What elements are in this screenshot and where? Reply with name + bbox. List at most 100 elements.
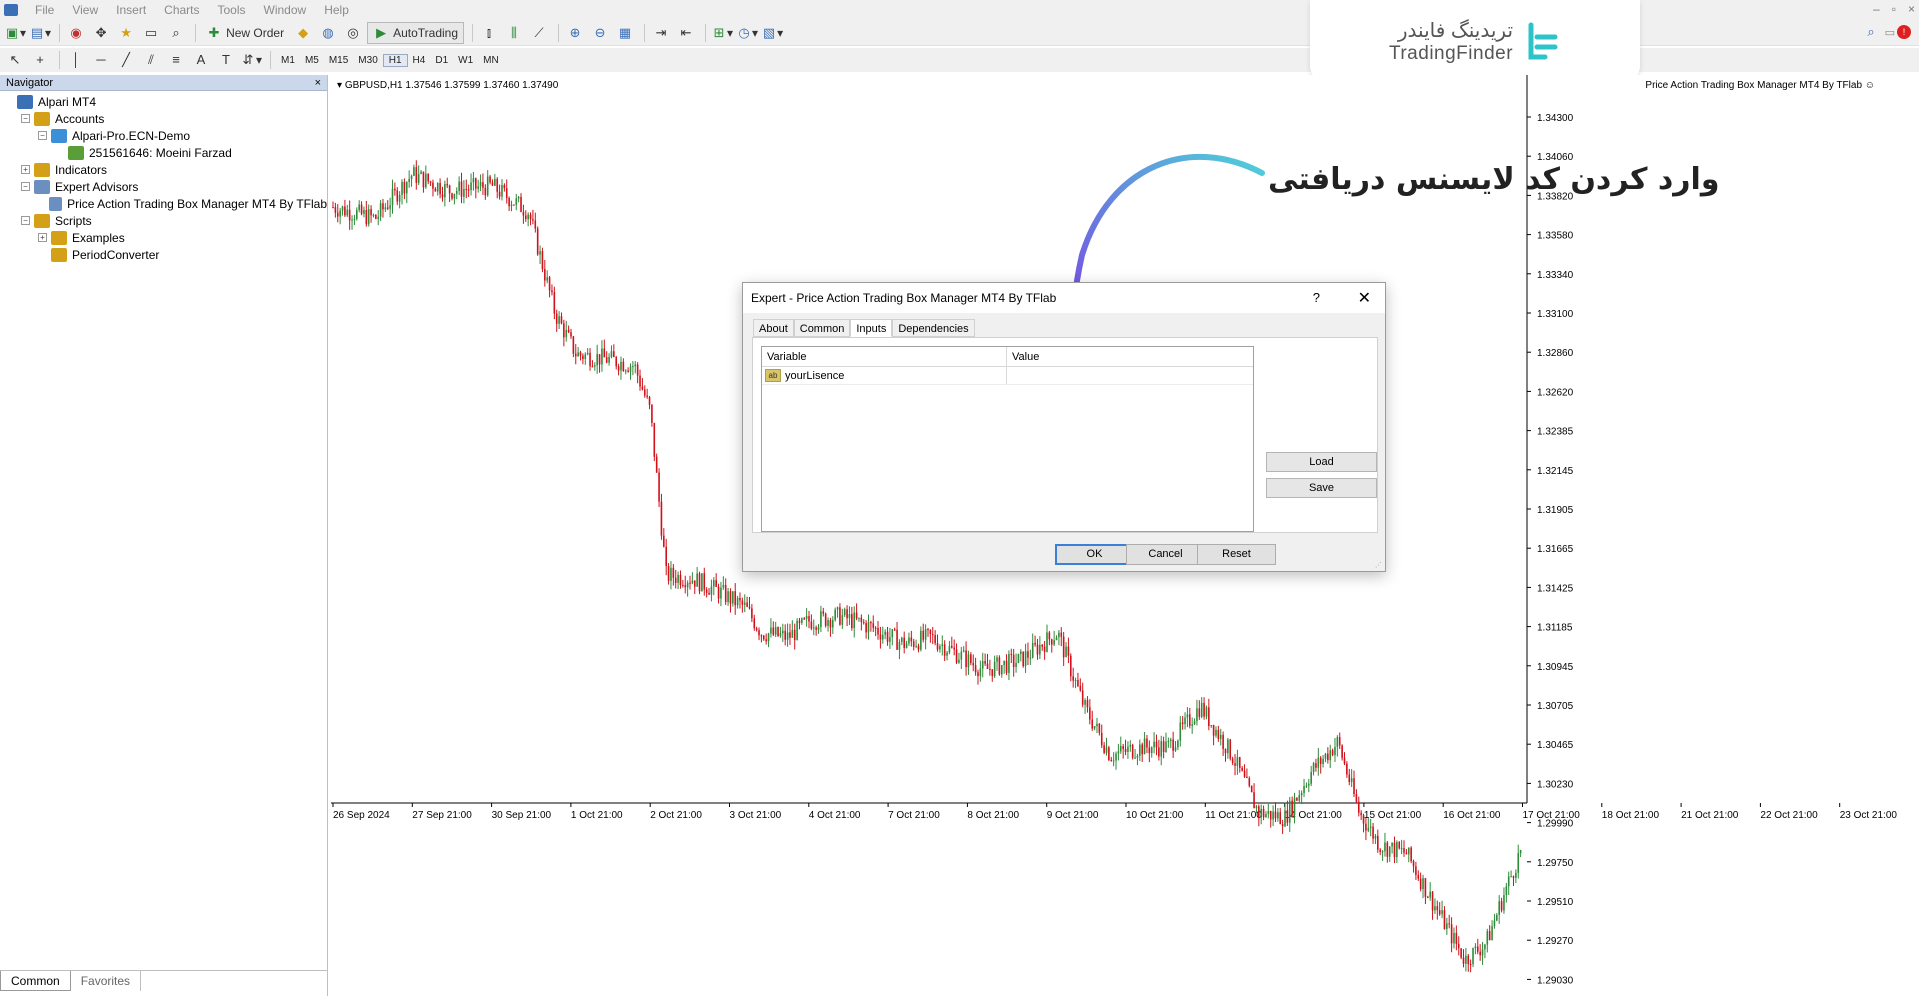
new-order-button[interactable]: ✚ New Order — [201, 22, 289, 44]
tree-item[interactable]: + Indicators — [4, 161, 327, 178]
tab-dependencies[interactable]: Dependencies — [892, 319, 975, 337]
terminal-button[interactable]: ▭ — [140, 22, 162, 44]
vertical-line-button[interactable]: │ — [65, 49, 87, 71]
restore-icon[interactable]: ▫ — [1892, 2, 1896, 16]
timeframe-d1[interactable]: D1 — [430, 55, 453, 66]
signals-button[interactable]: ◍ — [317, 22, 339, 44]
expand-toggle-icon[interactable]: + — [38, 233, 47, 242]
help-icon[interactable]: ? — [1313, 290, 1320, 305]
tester-button[interactable]: ⌕ — [165, 22, 187, 44]
expand-toggle-icon[interactable]: − — [21, 216, 30, 225]
fibonacci-button[interactable]: ≡ — [165, 49, 187, 71]
load-button[interactable]: Load — [1266, 452, 1377, 472]
menu-charts[interactable]: Charts — [155, 3, 208, 17]
expand-toggle-icon[interactable]: − — [21, 182, 30, 191]
indicators-button[interactable]: ⊞ ▾ — [711, 22, 733, 44]
timeframe-m30[interactable]: M30 — [353, 55, 382, 66]
timeframe-m15[interactable]: M15 — [324, 55, 353, 66]
label-button[interactable]: T — [215, 49, 237, 71]
timeframe-h1[interactable]: H1 — [382, 53, 408, 67]
zoom-in-button[interactable]: ⊕ — [564, 22, 586, 44]
autoscroll-button[interactable]: ⇤ — [675, 22, 697, 44]
menu-window[interactable]: Window — [255, 3, 316, 17]
expand-toggle-icon[interactable]: − — [38, 131, 47, 140]
timeframe-m1[interactable]: M1 — [276, 55, 300, 66]
timeframe-w1[interactable]: W1 — [453, 55, 478, 66]
value-cell[interactable] — [1007, 367, 1012, 384]
candle-body — [1312, 763, 1315, 772]
menu-file[interactable]: File — [26, 3, 63, 17]
tab-about[interactable]: About — [753, 319, 794, 337]
templates-button[interactable]: ▧ ▾ — [761, 22, 783, 44]
cancel-button[interactable]: Cancel — [1126, 544, 1205, 565]
text-button[interactable]: A — [190, 49, 212, 71]
tree-item[interactable]: PeriodConverter — [4, 246, 327, 263]
autotrading-button[interactable]: ▶ AutoTrading — [367, 21, 465, 44]
candlestick-button[interactable]: ⫼ — [503, 22, 525, 44]
cursor-button[interactable]: ↖ — [4, 49, 26, 71]
zoom-out-button[interactable]: ⊖ — [589, 22, 611, 44]
tile-windows-button[interactable]: ▦ — [614, 22, 636, 44]
new-chart-button[interactable]: ▣ ▾ — [4, 22, 26, 44]
menu-view[interactable]: View — [63, 3, 107, 17]
close-icon[interactable]: ✕ — [1358, 288, 1371, 308]
tree-item[interactable]: + Examples — [4, 229, 327, 246]
reset-button[interactable]: Reset — [1197, 544, 1276, 565]
timeframe-h4[interactable]: H4 — [408, 55, 431, 66]
close-window-icon[interactable]: × — [1908, 2, 1915, 16]
price-tick-label: 1.29030 — [1537, 975, 1574, 986]
tree-item[interactable]: Alpari MT4 — [4, 93, 327, 110]
tab-inputs[interactable]: Inputs — [850, 319, 893, 337]
data-window-button[interactable]: ✥ — [90, 22, 112, 44]
chart-shift-button[interactable]: ⇥ — [650, 22, 672, 44]
trendline-button[interactable]: ╱ — [115, 49, 137, 71]
periods-button[interactable]: ◷ ▾ — [736, 22, 758, 44]
candle-body — [565, 329, 568, 338]
resize-grip-icon[interactable]: ⋰ — [1375, 561, 1383, 569]
minimize-icon[interactable]: – — [1873, 2, 1880, 16]
tree-item[interactable]: − Scripts — [4, 212, 327, 229]
tree-item[interactable]: − Expert Advisors — [4, 178, 327, 195]
navigator-close-icon[interactable]: × — [315, 77, 321, 89]
tree-item[interactable]: − Alpari-Pro.ECN-Demo — [4, 127, 327, 144]
metaeditor-button[interactable]: ◆ — [292, 22, 314, 44]
crosshair-button[interactable]: + — [29, 49, 51, 71]
menu-insert[interactable]: Insert — [107, 3, 155, 17]
column-variable[interactable]: Variable — [762, 347, 1007, 366]
timeframe-mn[interactable]: MN — [478, 55, 504, 66]
search-icon[interactable]: ⌕ — [1867, 24, 1874, 40]
tab-common[interactable]: Common — [793, 319, 851, 337]
expand-toggle-icon[interactable]: − — [21, 114, 30, 123]
ok-button[interactable]: OK — [1055, 544, 1134, 565]
channel-button[interactable]: ⫽ — [140, 49, 162, 71]
notifications[interactable]: ▭ ! — [1885, 25, 1911, 39]
tab-common[interactable]: Common — [0, 971, 71, 991]
save-button[interactable]: Save — [1266, 478, 1377, 498]
timeframe-m5[interactable]: M5 — [300, 55, 324, 66]
arrows-button[interactable]: ⇵ ▾ — [240, 49, 262, 71]
candle-body — [348, 209, 351, 221]
candle-body — [924, 629, 927, 640]
column-value[interactable]: Value — [1007, 347, 1039, 366]
table-row[interactable]: ab yourLisence — [762, 367, 1253, 385]
profiles-button[interactable]: ▤ ▾ — [29, 22, 51, 44]
menu-tools[interactable]: Tools — [209, 3, 255, 17]
tree-item[interactable]: 251561646: Moeini Farzad — [4, 144, 327, 161]
bar-chart-button[interactable]: ⫾ — [478, 22, 500, 44]
market-watch-button[interactable]: ◉ — [65, 22, 87, 44]
navigator-button[interactable]: ★ — [115, 22, 137, 44]
candle-body — [770, 627, 772, 634]
community-button[interactable]: ◎ — [342, 22, 364, 44]
menu-help[interactable]: Help — [315, 3, 358, 17]
candle-body — [1065, 646, 1067, 658]
horizontal-line-button[interactable]: ─ — [90, 49, 112, 71]
tree-item[interactable]: Price Action Trading Box Manager MT4 By … — [4, 195, 327, 212]
tab-favorites[interactable]: Favorites — [71, 971, 142, 991]
tree-item[interactable]: − Accounts — [4, 110, 327, 127]
new-order-label: New Order — [226, 25, 285, 40]
expand-toggle-icon[interactable]: + — [21, 165, 30, 174]
dialog-title: Expert - Price Action Trading Box Manage… — [751, 291, 1057, 305]
line-chart-button[interactable]: ⟋ — [528, 22, 550, 44]
candle-body — [1162, 741, 1165, 752]
candle-body — [920, 630, 922, 650]
